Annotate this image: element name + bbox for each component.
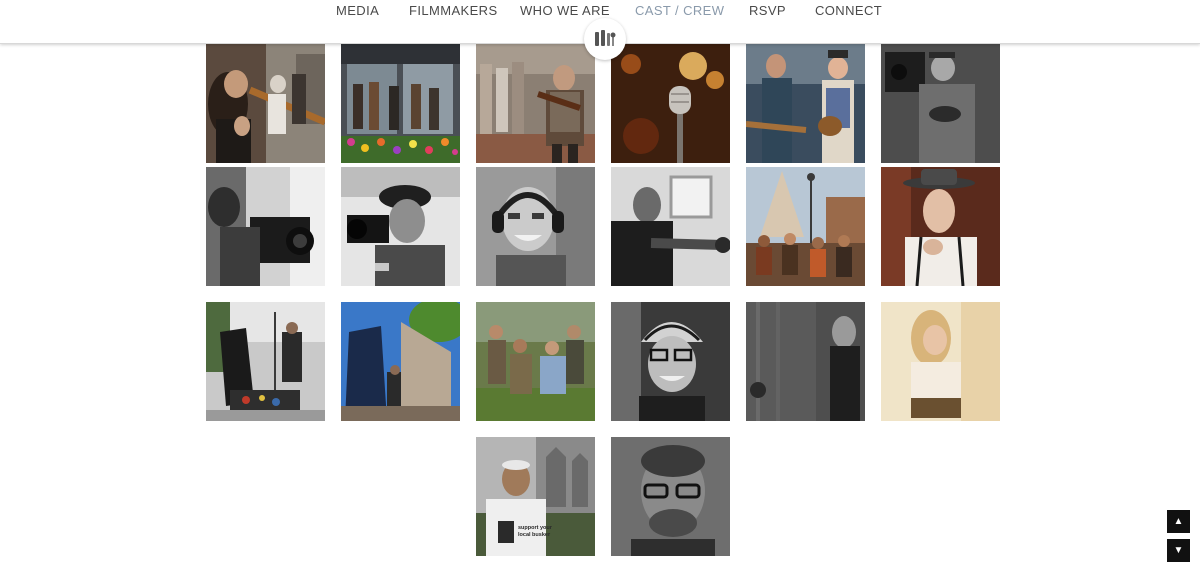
- cast-photo-13[interactable]: [206, 302, 325, 421]
- photo-man-with-camera: [341, 167, 460, 286]
- cast-photo-20[interactable]: [611, 437, 730, 556]
- cast-photo-1[interactable]: [206, 44, 325, 163]
- photo-fiddler-crowd: [476, 44, 595, 163]
- photo-two-musicians: [746, 44, 865, 163]
- photo-camera-operator: [206, 167, 325, 286]
- photo-man-with-headphones: [476, 167, 595, 286]
- cast-photo-19[interactable]: support your local busker: [476, 437, 595, 556]
- arrow-down-icon: ▼: [1173, 545, 1184, 556]
- nav-who-we-are[interactable]: WHO WE ARE: [520, 3, 610, 19]
- cast-photo-17[interactable]: [746, 302, 865, 421]
- nav-cast-crew[interactable]: CAST / CREW: [635, 3, 724, 19]
- nav-media[interactable]: MEDIA: [336, 3, 379, 19]
- photo-group-on-grass: [476, 302, 595, 421]
- cast-photo-16[interactable]: [611, 302, 730, 421]
- photo-man-with-boom-mic: [611, 167, 730, 286]
- arrow-up-icon: ▲: [1173, 516, 1184, 527]
- photo-street-busker: [206, 302, 325, 421]
- photo-woman-reading: [881, 302, 1000, 421]
- cast-photo-2[interactable]: [341, 44, 460, 163]
- photo-didgeridoo-player: [206, 44, 325, 163]
- site-logo[interactable]: [584, 18, 626, 60]
- photo-woman-dim-light: [746, 302, 865, 421]
- cast-photo-12[interactable]: [881, 167, 1000, 286]
- photo-vintage-microphone: [611, 44, 730, 163]
- cast-photo-9[interactable]: [476, 167, 595, 286]
- photo-storefront-band: [341, 44, 460, 163]
- cast-photo-15[interactable]: [476, 302, 595, 421]
- scroll-down-button[interactable]: ▼: [1167, 539, 1190, 562]
- cast-photo-10[interactable]: [611, 167, 730, 286]
- nav-filmmakers[interactable]: FILMMAKERS: [409, 3, 498, 19]
- photo-performer-by-building: [341, 302, 460, 421]
- microphone-logo-icon: [595, 30, 616, 46]
- cast-photo-5[interactable]: [746, 44, 865, 163]
- scroll-up-button[interactable]: ▲: [1167, 510, 1190, 533]
- photo-cameraman-batman: [881, 44, 1000, 163]
- cast-photo-14[interactable]: [341, 302, 460, 421]
- nav-rsvp[interactable]: RSVP: [749, 3, 786, 19]
- cast-photo-6[interactable]: [881, 44, 1000, 163]
- photo-man-in-fedora: [881, 167, 1000, 286]
- cast-photo-8[interactable]: [341, 167, 460, 286]
- cast-photo-7[interactable]: [206, 167, 325, 286]
- photo-man-with-glasses: [611, 437, 730, 556]
- photo-street-band-lamp: [746, 167, 865, 286]
- cast-photo-18[interactable]: [881, 302, 1000, 421]
- nav-connect[interactable]: CONNECT: [815, 3, 882, 19]
- cast-photo-11[interactable]: [746, 167, 865, 286]
- cast-photo-4[interactable]: [611, 44, 730, 163]
- tshirt-text-line-1: support your: [518, 525, 553, 531]
- tshirt-text-line-2: local busker: [518, 532, 551, 538]
- photo-man-busker-tshirt: support your local busker: [476, 437, 595, 556]
- cast-photo-3[interactable]: [476, 44, 595, 163]
- photo-man-in-bike-helmet: [611, 302, 730, 421]
